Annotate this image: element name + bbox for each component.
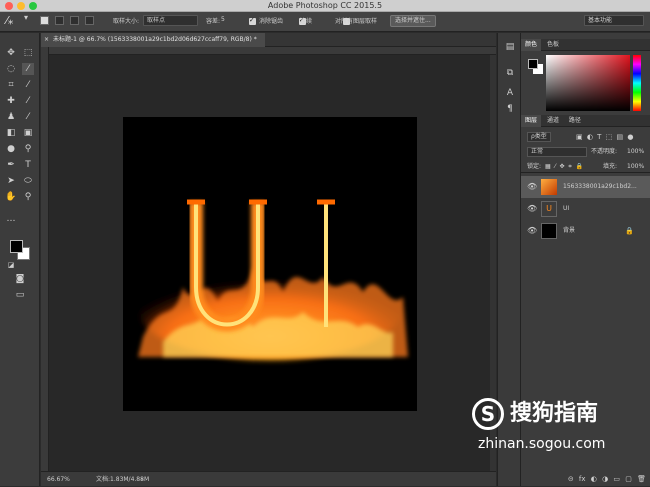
tab-paths[interactable]: 路径 (565, 115, 585, 127)
lasso-tool-icon[interactable]: ◌ (5, 63, 17, 75)
magic-wand-icon[interactable]: ⁄⁎ (6, 14, 13, 27)
window-title: Adobe Photoshop CC 2015.5 (267, 1, 383, 10)
layers-panel-actions[interactable]: ⊝ fx ◐ ◑ ▭ ▢ 🗑 (521, 473, 650, 486)
zoom-readout[interactable]: 66.67% (47, 472, 70, 487)
panel-foreground-swatch[interactable] (528, 59, 538, 69)
lock-icons[interactable]: ▦ ⁄ ✥ ⌗ 🔒 (545, 161, 583, 173)
character-panel-icon[interactable]: A (504, 87, 516, 99)
workspace-select[interactable]: 基本功能 (584, 15, 644, 26)
tolerance-label: 容差: (206, 18, 221, 25)
tools-panel: ✥ ⬚ ◌ ⁄ ⌗ ⁄ ✚ ⁄ ♟ ⁄ ◧ ▣ ● ⚲ ✒ T ➤ ⬭ ✋ ⚲ … (0, 33, 40, 486)
tab-swatches[interactable]: 色板 (543, 39, 563, 51)
sample-all-label: 对所有图层取样 (335, 18, 378, 25)
antialias-checkbox[interactable] (249, 16, 256, 25)
eraser-tool-icon[interactable]: ◧ (5, 127, 17, 139)
new-selection-icon[interactable] (40, 16, 49, 25)
contiguous-label: 连续 (300, 18, 313, 25)
tolerance-input[interactable]: 5 (221, 16, 225, 23)
vertical-ruler (41, 47, 49, 471)
blur-tool-icon[interactable]: ● (5, 143, 17, 155)
magic-wand-tool-icon[interactable]: ⁄ (22, 63, 34, 75)
lock-row: 锁定: ▦ ⁄ ✥ ⌗ 🔒 填充: 100% (521, 161, 650, 173)
tab-layers[interactable]: 图层 (521, 115, 542, 127)
layer-name[interactable]: 1563338001a29c1bd2... (563, 176, 643, 198)
sogou-logo: S (472, 398, 504, 430)
opacity-label: 不透明度: (591, 148, 618, 155)
status-bar: 66.67% 文档:1.83M/4.88M › (41, 471, 496, 486)
color-spectrum[interactable] (546, 55, 630, 111)
clone-stamp-icon[interactable]: ♟ (5, 111, 17, 123)
fire-text-artwork (138, 199, 408, 360)
pen-tool-icon[interactable]: ✒ (5, 159, 17, 171)
layer-thumbnail: U (541, 201, 557, 217)
history-panel-icon[interactable]: ▤ (504, 41, 516, 53)
tab-channels[interactable]: 通道 (543, 115, 563, 127)
layers-panel-tabs: 图层 通道 路径 (521, 115, 650, 127)
antialias-label: 消除锯齿 (259, 18, 284, 25)
crop-tool-icon[interactable]: ⌗ (5, 79, 17, 91)
sample-size-select[interactable]: 取样点 (143, 15, 198, 26)
default-colors-icon[interactable]: ◪ (5, 259, 17, 271)
layer-row[interactable]: 👁 U UI (521, 198, 650, 220)
eye-icon[interactable]: 👁 (527, 204, 537, 213)
layer-thumbnail (541, 223, 557, 239)
horizontal-ruler (49, 47, 496, 55)
canvas[interactable] (123, 117, 417, 411)
screen-mode-icon[interactable]: ▭ (14, 289, 26, 301)
fill-input[interactable]: 100% (627, 161, 644, 173)
layer-filter-select[interactable]: ρ类型 (527, 132, 551, 142)
paragraph-panel-icon[interactable]: ¶ (504, 103, 516, 115)
eye-icon[interactable]: 👁 (527, 182, 537, 191)
tool-preset-dropdown-icon[interactable]: ▾ (24, 13, 28, 22)
options-bar: ⁄⁎ ▾ 取样大小: 取样点 容差: 5 消除锯齿 连续 对所有图层取样 选择并… (0, 12, 650, 32)
marquee-tool-icon[interactable]: ⬚ (22, 47, 34, 59)
color-panel-tabs: 颜色 色板 (521, 39, 650, 51)
move-tool-icon[interactable]: ✥ (5, 47, 17, 59)
subtract-selection-icon[interactable] (70, 16, 79, 25)
document-tab-bar: × 未标题-1 @ 66.7% (1563338001a29c1bd2d06d6… (41, 33, 496, 47)
watermark-url: zhinan.sogou.com (478, 436, 606, 452)
healing-brush-icon[interactable]: ✚ (5, 95, 17, 107)
layer-name[interactable]: UI (563, 198, 643, 220)
blend-mode-select[interactable]: 正常 (527, 147, 587, 157)
chevron-right-icon[interactable]: › (141, 472, 143, 487)
layer-filter-row: ρ类型 ▣ ◐ T ⬚ ▤ ● (521, 131, 650, 143)
more-tools-icon[interactable]: … (5, 213, 17, 225)
close-icon[interactable]: × (44, 33, 49, 47)
watermark-brand: 搜狗指南 (510, 401, 599, 426)
lock-icon: 🔒 (625, 227, 634, 235)
filter-icons[interactable]: ▣ ◐ T ⬚ ▤ ● (576, 131, 633, 143)
eyedropper-tool-icon[interactable]: ⁄ (22, 79, 34, 91)
layer-thumbnail (541, 179, 557, 195)
tab-color[interactable]: 颜色 (521, 39, 542, 51)
path-selection-icon[interactable]: ➤ (5, 175, 17, 187)
document-tab[interactable]: × 未标题-1 @ 66.7% (1563338001a29c1bd2d06d6… (41, 33, 265, 47)
document-tab-label: 未标题-1 @ 66.7% (1563338001a29c1bd2d06d627… (53, 36, 257, 43)
history-brush-icon[interactable]: ⁄ (22, 111, 34, 123)
hand-tool-icon[interactable]: ✋ (5, 191, 17, 203)
layer-row[interactable]: 👁 1563338001a29c1bd2... (521, 176, 650, 198)
dodge-tool-icon[interactable]: ⚲ (22, 143, 34, 155)
layer-row[interactable]: 👁 背景 🔒 (521, 220, 650, 242)
lock-label: 锁定: (527, 163, 542, 170)
quick-mask-icon[interactable]: ◙ (14, 273, 26, 285)
properties-panel-icon[interactable]: ⧉ (504, 67, 516, 79)
foreground-color-swatch[interactable] (10, 240, 23, 253)
blend-row: 正常 不透明度: 100% (521, 146, 650, 158)
title-bar: Adobe Photoshop CC 2015.5 (0, 0, 650, 12)
zoom-tool-icon[interactable]: ⚲ (22, 191, 34, 203)
select-and-mask-button[interactable]: 选择并遮住... (390, 15, 436, 27)
opacity-input[interactable]: 100% (627, 146, 644, 158)
sample-size-label: 取样大小: (113, 18, 140, 25)
add-selection-icon[interactable] (55, 16, 64, 25)
eye-icon[interactable]: 👁 (527, 226, 537, 235)
shape-tool-icon[interactable]: ⬭ (22, 175, 34, 187)
fill-label: 填充: (603, 163, 618, 170)
brush-tool-icon[interactable]: ⁄ (22, 95, 34, 107)
hue-slider[interactable] (633, 55, 641, 111)
intersect-selection-icon[interactable] (85, 16, 94, 25)
gradient-tool-icon[interactable]: ▣ (22, 127, 34, 139)
type-tool-icon[interactable]: T (22, 159, 34, 171)
